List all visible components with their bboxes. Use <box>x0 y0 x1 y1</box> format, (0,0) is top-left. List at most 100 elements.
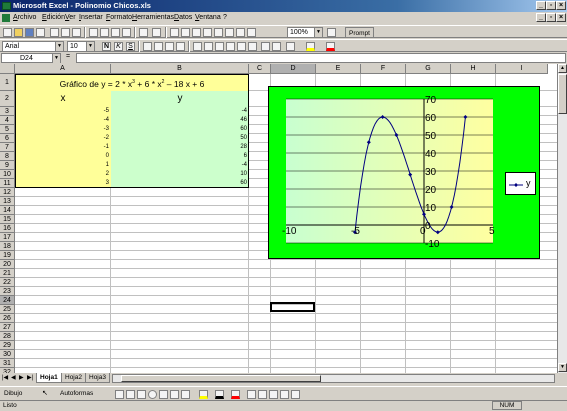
percent-icon[interactable] <box>215 42 224 51</box>
cell-x[interactable]: 1 <box>15 161 111 170</box>
column-header-f[interactable]: F <box>361 64 406 74</box>
row-header-27[interactable]: 27 <box>0 323 15 332</box>
print-preview-icon[interactable] <box>61 28 70 37</box>
cell-y[interactable]: 60 <box>111 125 249 134</box>
sheet-title[interactable]: Gráfico de y = 2 * x3 + 6 * x2 – 18 x + … <box>15 74 249 91</box>
fill-color-icon[interactable] <box>306 42 315 51</box>
selected-cell[interactable] <box>270 302 315 312</box>
chart-legend[interactable]: y <box>505 172 536 195</box>
column-header-e[interactable]: E <box>316 64 361 74</box>
scroll-thumb[interactable] <box>121 375 321 382</box>
zoom-select[interactable]: 100% ▼ <box>287 27 323 38</box>
new-icon[interactable] <box>3 28 12 37</box>
scroll-up-icon[interactable]: ▲ <box>558 64 567 73</box>
row-header-26[interactable]: 26 <box>0 314 15 323</box>
minimize-window-button[interactable]: _ <box>536 1 546 10</box>
bold-icon[interactable]: N <box>102 42 111 51</box>
align-left-icon[interactable] <box>143 42 152 51</box>
sort-desc-icon[interactable] <box>214 28 223 37</box>
column-header-a[interactable]: A <box>15 64 111 74</box>
menu-ver[interactable]: Ver <box>65 12 76 24</box>
drawing-icon[interactable] <box>247 28 256 37</box>
row-header-21[interactable]: 21 <box>0 269 15 278</box>
font-color-icon[interactable] <box>326 42 335 51</box>
row-header-19[interactable]: 19 <box>0 251 15 260</box>
copy-icon[interactable] <box>100 28 109 37</box>
currency-icon[interactable] <box>193 42 202 51</box>
row-header-4[interactable]: 4 <box>0 116 15 125</box>
tab-next-icon[interactable]: ▶ <box>19 374 24 381</box>
tab-hoja1[interactable]: Hoja1 <box>36 373 62 383</box>
row-header-15[interactable]: 15 <box>0 215 15 224</box>
align-center-icon[interactable] <box>154 42 163 51</box>
function-icon[interactable] <box>192 28 201 37</box>
vscroll-thumb[interactable] <box>558 74 567 114</box>
row-header-24[interactable]: 24 <box>0 296 15 305</box>
doc-minimize-button[interactable]: _ <box>536 13 546 22</box>
tab-hoja2[interactable]: Hoja2 <box>61 373 86 383</box>
cell-x[interactable]: 3 <box>15 179 111 188</box>
autoshapes-menu[interactable]: Autoformas <box>60 390 93 397</box>
3d-icon[interactable] <box>291 390 300 399</box>
cell-y[interactable]: -4 <box>111 161 249 170</box>
draw-menu[interactable]: Dibujo <box>4 390 22 397</box>
print-icon[interactable] <box>50 28 59 37</box>
row-header-1[interactable]: 1 <box>0 74 15 91</box>
cut-icon[interactable] <box>89 28 98 37</box>
cell-y[interactable]: 10 <box>111 170 249 179</box>
row-header-22[interactable]: 22 <box>0 278 15 287</box>
doc-close-button[interactable]: × <box>556 13 566 22</box>
row-header-18[interactable]: 18 <box>0 242 15 251</box>
thousands-icon[interactable] <box>226 42 235 51</box>
vertical-scrollbar[interactable]: ▲ ▼ <box>557 64 567 373</box>
row-header-29[interactable]: 29 <box>0 341 15 350</box>
email-icon[interactable] <box>36 28 45 37</box>
column-header-d[interactable]: D <box>271 64 316 74</box>
tab-first-icon[interactable]: |◀ <box>2 374 8 381</box>
textbox-icon[interactable] <box>159 390 168 399</box>
fill-color-draw-icon[interactable] <box>199 390 208 399</box>
close-window-button[interactable]: × <box>556 1 566 10</box>
cell-y[interactable]: 6 <box>111 152 249 161</box>
menu-ventana[interactable]: Ventana <box>195 12 221 24</box>
horizontal-scrollbar[interactable] <box>112 374 555 383</box>
line-style-icon[interactable] <box>247 390 256 399</box>
cell-x[interactable]: -4 <box>15 116 111 125</box>
font-name-select[interactable]: Arial ▼ <box>2 41 64 52</box>
name-box[interactable]: D24 ▼ <box>1 53 61 63</box>
row-header-5[interactable]: 5 <box>0 125 15 134</box>
arrow-style-icon[interactable] <box>269 390 278 399</box>
doc-restore-button[interactable]: ▫ <box>546 13 556 22</box>
prompt-button[interactable]: Prompt <box>345 27 374 38</box>
row-header-7[interactable]: 7 <box>0 143 15 152</box>
row-header-25[interactable]: 25 <box>0 305 15 314</box>
cell-y[interactable]: 46 <box>111 116 249 125</box>
hyperlink-icon[interactable] <box>170 28 179 37</box>
row-header-3[interactable]: 3 <box>0 107 15 116</box>
row-header-12[interactable]: 12 <box>0 188 15 197</box>
font-color-draw-icon[interactable] <box>231 390 240 399</box>
scroll-down-icon[interactable]: ▼ <box>558 363 567 372</box>
oval-icon[interactable] <box>148 390 157 399</box>
cell-x[interactable]: -5 <box>15 107 111 116</box>
tab-prev-icon[interactable]: ◀ <box>11 374 16 381</box>
worksheet-grid[interactable]: ABCDEFGHI 1 2 3 4 5 6 7 8 9 10 11 12 13 14 15 16 17 18 19 2… <box>0 64 567 373</box>
row-header-23[interactable]: 23 <box>0 287 15 296</box>
redo-icon[interactable] <box>152 28 161 37</box>
cell-x[interactable]: -1 <box>15 143 111 152</box>
row-header-14[interactable]: 14 <box>0 206 15 215</box>
underline-icon[interactable]: S <box>126 42 135 51</box>
column-header-i[interactable]: I <box>496 64 548 74</box>
format-painter-icon[interactable] <box>122 28 131 37</box>
column-header-h[interactable]: H <box>451 64 496 74</box>
borders-icon[interactable] <box>286 42 295 51</box>
select-all-corner[interactable] <box>0 64 15 74</box>
office-assistant-icon[interactable] <box>327 28 336 37</box>
font-size-select[interactable]: 10 ▼ <box>67 41 95 52</box>
menu-insertar[interactable]: Insertar <box>79 12 103 24</box>
increase-indent-icon[interactable] <box>272 42 281 51</box>
decrease-indent-icon[interactable] <box>261 42 270 51</box>
menu-archivo[interactable]: Archivo <box>13 12 36 24</box>
column-header-g[interactable]: G <box>406 64 451 74</box>
menu-datos[interactable]: Datos <box>174 12 192 24</box>
